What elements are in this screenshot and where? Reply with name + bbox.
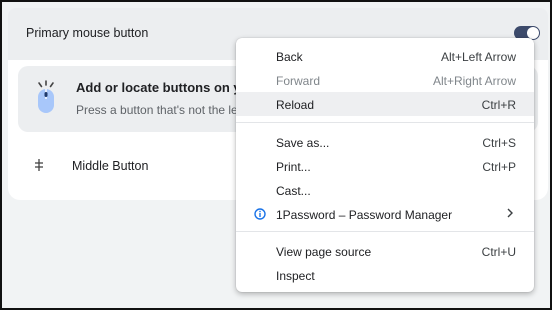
menu-item-shortcut: Ctrl+S [482, 136, 516, 150]
menu-item-label: Reload [276, 98, 315, 112]
menu-item-label: Back [276, 50, 303, 64]
mouse-icon [38, 80, 54, 113]
menu-item-shortcut: Alt+Left Arrow [440, 50, 516, 64]
menu-item-1password[interactable]: 1Password – Password Manager [236, 202, 534, 226]
menu-item-label: Save as... [276, 136, 330, 150]
menu-item-shortcut: Alt+Right Arrow [432, 74, 516, 88]
menu-item-shortcut: Ctrl+P [482, 160, 516, 174]
menu-item-print[interactable]: Print... Ctrl+P [236, 154, 534, 178]
context-menu: Back Alt+Left Arrow Forward Alt+Right Ar… [236, 38, 534, 292]
menu-item-view-page-source[interactable]: View page source Ctrl+U [236, 239, 534, 263]
menu-item-inspect[interactable]: Inspect [236, 263, 534, 287]
menu-item-label: Forward [276, 74, 321, 88]
menu-item-label: 1Password – Password Manager [276, 208, 453, 222]
menu-separator [236, 122, 534, 123]
menu-item-forward[interactable]: Forward Alt+Right Arrow [236, 68, 534, 92]
info-description: Press a button that's not the left o [76, 103, 255, 117]
menu-item-shortcut: Ctrl+R [481, 98, 516, 112]
menu-item-label: Inspect [276, 269, 315, 283]
menu-item-reload[interactable]: Reload Ctrl+R [236, 92, 534, 116]
menu-item-shortcut: Ctrl+U [481, 245, 516, 259]
middle-button-label: Middle Button [72, 159, 149, 173]
menu-item-back[interactable]: Back Alt+Left Arrow [236, 44, 534, 68]
menu-separator [236, 231, 534, 232]
menu-item-cast[interactable]: Cast... [236, 178, 534, 202]
menu-item-label: Print... [276, 160, 311, 174]
primary-mouse-button-label: Primary mouse button [26, 26, 149, 40]
menu-item-save-as[interactable]: Save as... Ctrl+S [236, 130, 534, 154]
menu-item-label: View page source [276, 245, 372, 259]
middle-button-icon [35, 159, 43, 171]
info-title: Add or locate buttons on your [76, 80, 262, 95]
chevron-right-icon [507, 208, 513, 218]
menu-item-label: Cast... [276, 184, 311, 198]
info-icon [254, 208, 266, 220]
